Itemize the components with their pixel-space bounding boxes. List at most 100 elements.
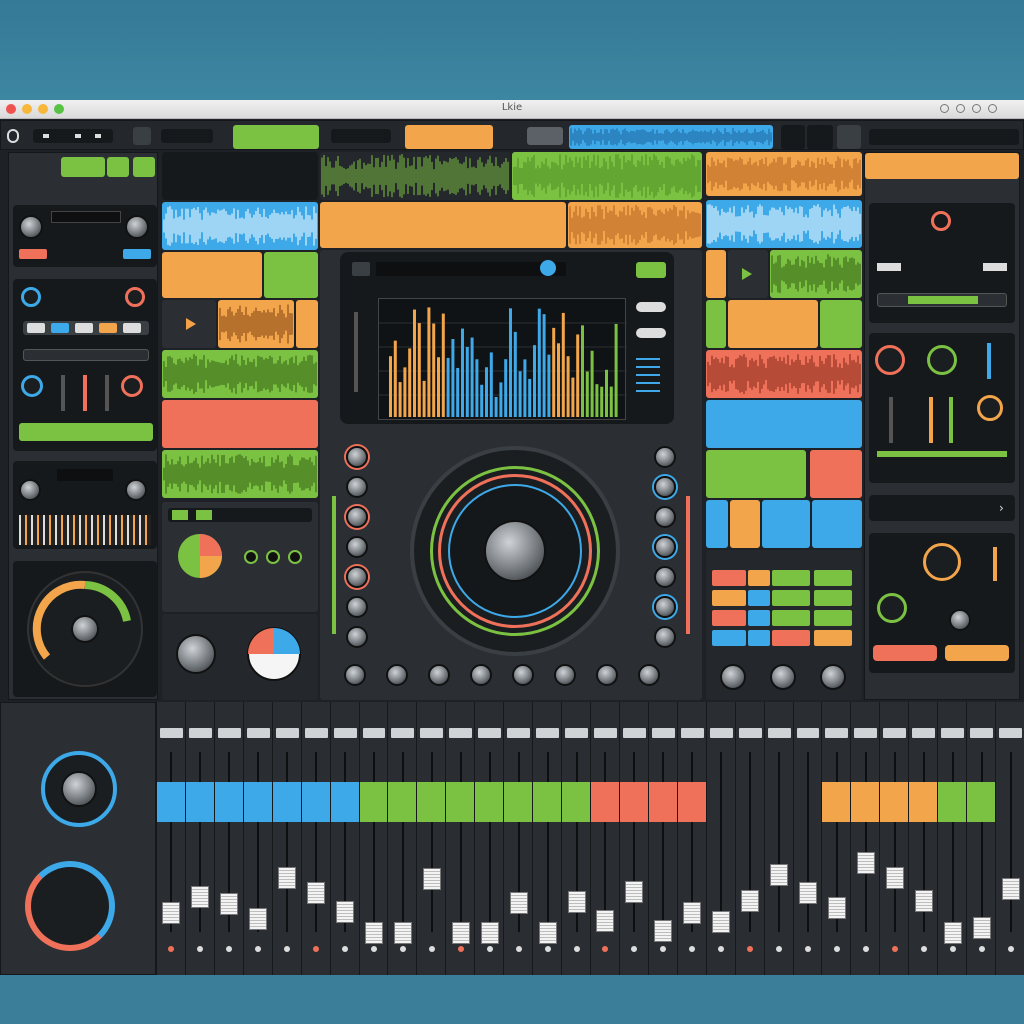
left-jog-center[interactable] <box>71 615 99 643</box>
clip-blue-r4[interactable] <box>762 500 810 548</box>
right-toolbar-controls[interactable] <box>869 129 1019 145</box>
clip-orange-wave-r1[interactable] <box>706 152 862 196</box>
channel-fader[interactable] <box>596 910 615 932</box>
settings-icon[interactable] <box>972 104 981 113</box>
pad-3-0[interactable] <box>712 630 746 646</box>
channel-select-button[interactable] <box>486 946 493 952</box>
channel-fader[interactable] <box>827 897 846 919</box>
channel-fader[interactable] <box>162 902 181 924</box>
clip-orange-2[interactable] <box>162 252 262 298</box>
pad-2-3[interactable] <box>814 610 852 626</box>
left-panel-green-button[interactable] <box>61 157 105 177</box>
channel-select-button[interactable] <box>747 946 754 952</box>
left-knob-2[interactable] <box>125 215 149 239</box>
pad-2-0[interactable] <box>712 610 746 626</box>
deck-bottom-button-2[interactable] <box>386 664 408 686</box>
channel-fader[interactable] <box>741 890 760 912</box>
clip-coral-1[interactable] <box>162 400 318 448</box>
right-fader-2[interactable] <box>983 263 1007 271</box>
pad-knob-2[interactable] <box>770 664 796 690</box>
right-button-right[interactable] <box>945 645 1009 661</box>
deck-side-toggle-2[interactable] <box>636 328 666 338</box>
channel-select-button[interactable] <box>776 946 783 952</box>
pad-3-2[interactable] <box>772 630 810 646</box>
right-button-left[interactable] <box>873 645 937 661</box>
channel-fader[interactable] <box>220 893 239 915</box>
deck-left-button-3[interactable] <box>346 506 368 528</box>
channel-select-button[interactable] <box>399 946 406 952</box>
left-eq-knob-1[interactable] <box>21 287 41 307</box>
clip-green-wave-3[interactable] <box>162 350 318 398</box>
pad-2-2[interactable] <box>772 610 810 626</box>
big-knob[interactable] <box>176 634 216 674</box>
deck-pitch-slider[interactable] <box>354 312 358 392</box>
channel-select-button[interactable] <box>891 946 898 952</box>
clip-orange-1[interactable] <box>320 202 566 248</box>
right-small-knob[interactable] <box>949 609 971 631</box>
pad-3-3[interactable] <box>814 630 852 646</box>
deck-right-button-3[interactable] <box>654 506 676 528</box>
pad-2-1[interactable] <box>748 610 770 626</box>
deck-right-button-1[interactable] <box>654 446 676 468</box>
pad-1-1[interactable] <box>748 590 770 606</box>
record-icon[interactable] <box>352 262 370 276</box>
left-step-sequencer[interactable] <box>19 515 151 545</box>
channel-fader[interactable] <box>278 867 297 889</box>
clip-coral-wave-r1[interactable] <box>706 350 862 398</box>
deck-left-button-7[interactable] <box>346 626 368 648</box>
clip-orange-r4[interactable] <box>730 500 760 548</box>
right-eq-knob-2[interactable] <box>927 345 957 375</box>
channel-select-button[interactable] <box>342 946 349 952</box>
channel-fader[interactable] <box>654 920 673 942</box>
clip-blue-r2[interactable] <box>706 400 862 448</box>
channel-select-button[interactable] <box>862 946 869 952</box>
clip-orange-wave-1[interactable] <box>568 202 702 248</box>
channel-fader[interactable] <box>798 882 817 904</box>
left-panel-green-button-2[interactable] <box>107 157 129 177</box>
clip-button-gray[interactable] <box>527 127 563 145</box>
deck-left-button-5[interactable] <box>346 566 368 588</box>
channel-select-button[interactable] <box>660 946 667 952</box>
clip-green-r2[interactable] <box>706 300 726 348</box>
channel-fader[interactable] <box>538 922 557 944</box>
channel-fader[interactable] <box>1001 878 1020 900</box>
jog-wheel[interactable] <box>410 446 620 656</box>
deck-right-slider[interactable] <box>686 496 690 634</box>
channel-fader[interactable] <box>567 891 586 913</box>
channel-fader[interactable] <box>972 917 991 939</box>
channel-select-button[interactable] <box>573 946 580 952</box>
pad-knob-1[interactable] <box>720 664 746 690</box>
left-slider-bar[interactable] <box>23 349 149 361</box>
right-green-bar[interactable] <box>877 293 1007 307</box>
right-slider-d[interactable] <box>993 547 997 581</box>
channel-fader[interactable] <box>480 922 499 944</box>
loop-button[interactable] <box>781 125 805 149</box>
left-jog-wheel[interactable] <box>27 571 143 687</box>
pie-toggle-1[interactable] <box>244 550 258 564</box>
pie-toggle-3[interactable] <box>288 550 302 564</box>
channel-select-button[interactable] <box>457 946 464 952</box>
deck-bottom-button-1[interactable] <box>344 664 366 686</box>
deck-green-button[interactable] <box>636 262 666 278</box>
mixer-master-knob[interactable] <box>41 751 117 827</box>
channel-select-button[interactable] <box>313 946 320 952</box>
top-waveform-clip[interactable] <box>569 125 773 149</box>
clip-green-r3[interactable] <box>820 300 862 348</box>
left-knob-4[interactable] <box>125 479 147 501</box>
channel-select-button[interactable] <box>197 946 204 952</box>
channel-select-button[interactable] <box>804 946 811 952</box>
deck-side-toggle-1[interactable] <box>636 302 666 312</box>
clip-coral-r2[interactable] <box>810 450 862 498</box>
clip-blue-wave-r1[interactable] <box>706 200 862 248</box>
channel-fader[interactable] <box>683 902 702 924</box>
deck-left-slider[interactable] <box>332 496 336 634</box>
channel-fader[interactable] <box>943 922 962 944</box>
channel-select-button[interactable] <box>978 946 985 952</box>
deck-right-button-5[interactable] <box>654 566 676 588</box>
clip-blue-wave-1[interactable] <box>162 202 318 250</box>
channel-fader[interactable] <box>770 864 789 886</box>
deck-left-button-2[interactable] <box>346 476 368 498</box>
right-slider-b[interactable] <box>929 397 933 443</box>
right-slider-a[interactable] <box>889 397 893 443</box>
right-vertical-slider[interactable] <box>987 343 991 379</box>
